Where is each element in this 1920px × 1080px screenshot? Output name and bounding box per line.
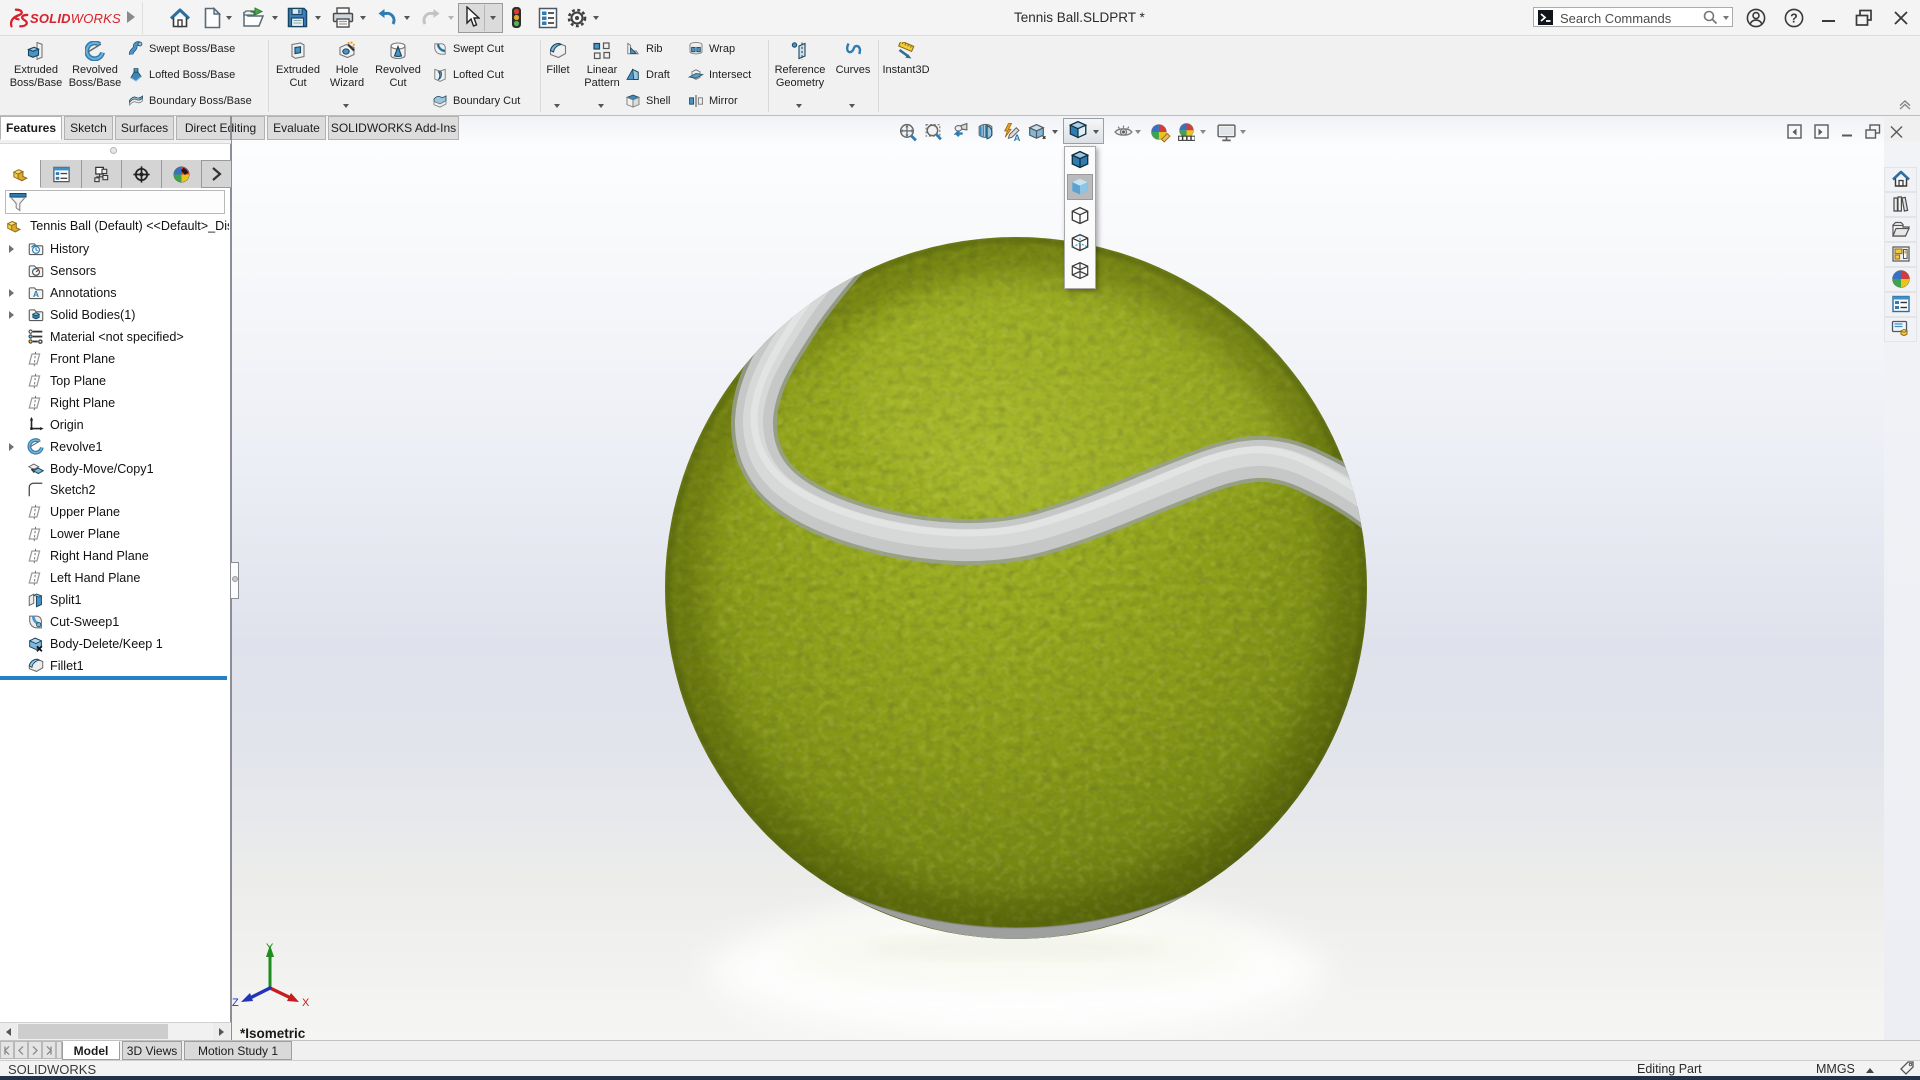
svg-text:X: X — [302, 997, 310, 1009]
svg-text:Y: Y — [266, 942, 274, 954]
svg-text:Z: Z — [232, 997, 239, 1009]
svg-text:A: A — [33, 289, 39, 299]
svg-text:?: ? — [1790, 11, 1798, 25]
svg-text:A: A — [1014, 133, 1021, 143]
